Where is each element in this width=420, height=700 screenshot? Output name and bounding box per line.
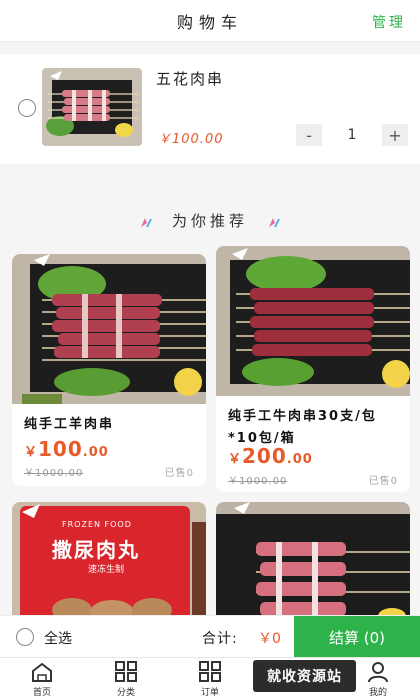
original-price: ￥1000.00 <box>24 468 84 479</box>
package-label-top: FROZEN FOOD <box>62 520 132 529</box>
recommend-title: 为你推荐 <box>171 212 248 230</box>
cart-item-name: 五花肉串 <box>156 70 225 88</box>
page-title: 购物车 <box>176 12 243 32</box>
tab-label: 订单 <box>200 688 219 698</box>
home-icon <box>32 662 52 682</box>
product-price: ￥100.00 <box>24 437 109 461</box>
total-value: ￥0 <box>258 631 281 647</box>
increase-button[interactable]: + <box>382 124 408 146</box>
top-bar: 购物车 管理 <box>0 0 420 42</box>
cart-item-price: ￥100.00 <box>158 132 224 147</box>
checkout-bar: 全选 合计: ￥0 结算 (0) <box>0 615 420 658</box>
item-select-radio[interactable] <box>18 99 36 117</box>
product-image <box>12 254 206 404</box>
quantity-value[interactable]: 1 <box>322 127 382 143</box>
decrease-button[interactable]: - <box>296 124 322 146</box>
package-label-big: 撒尿肉丸 <box>52 538 140 562</box>
select-all-label[interactable]: 全选 <box>44 628 72 648</box>
tab-label: 首页 <box>32 688 51 698</box>
sold-count: 已售0 <box>368 476 398 487</box>
tab-label: 分类 <box>116 688 135 698</box>
product-image <box>216 246 410 396</box>
sparkle-icon <box>268 217 280 227</box>
product-card[interactable] <box>216 502 410 622</box>
product-thumbnail[interactable] <box>42 68 142 146</box>
quantity-stepper: - 1 + <box>296 124 408 146</box>
select-all-radio[interactable] <box>16 628 34 646</box>
product-name: 纯手工羊肉串 <box>24 417 115 432</box>
grid-icon <box>115 661 137 682</box>
product-card[interactable]: FROZEN FOOD 撒尿肉丸 速冻生制 <box>12 502 206 622</box>
product-card[interactable]: 纯手工羊肉串 ￥100.00 ￥1000.00 已售0 <box>12 254 206 486</box>
user-icon <box>368 662 388 683</box>
checkout-button[interactable]: 结算 (0) <box>294 616 420 658</box>
total-label: 合计: <box>202 631 238 647</box>
grid-icon <box>199 661 221 682</box>
tab-home[interactable]: 首页 <box>12 661 72 698</box>
tab-label: 我的 <box>368 688 387 698</box>
cart-item: 五花肉串 ￥100.00 - 1 + <box>0 54 420 164</box>
tab-bar: 首页 分类 订单 我的 <box>0 657 420 700</box>
watermark-badge: 就收资源站 <box>253 660 356 692</box>
product-image <box>216 502 410 622</box>
recommend-header: 为你推荐 <box>0 210 420 231</box>
manage-button[interactable]: 管理 <box>372 12 406 32</box>
package-label-small: 速冻生制 <box>88 565 125 575</box>
product-card[interactable]: 纯手工牛肉串30支/包*10包/箱 ￥200.00 ￥1000.00 已售0 <box>216 246 410 492</box>
tab-category[interactable]: 分类 <box>96 661 156 698</box>
original-price: ￥1000.00 <box>228 476 288 487</box>
sold-count: 已售0 <box>164 468 194 479</box>
product-price: ￥200.00 <box>228 444 313 468</box>
tab-orders[interactable]: 订单 <box>180 661 240 698</box>
sparkle-icon <box>141 217 153 227</box>
tab-profile[interactable]: 我的 <box>348 661 408 698</box>
